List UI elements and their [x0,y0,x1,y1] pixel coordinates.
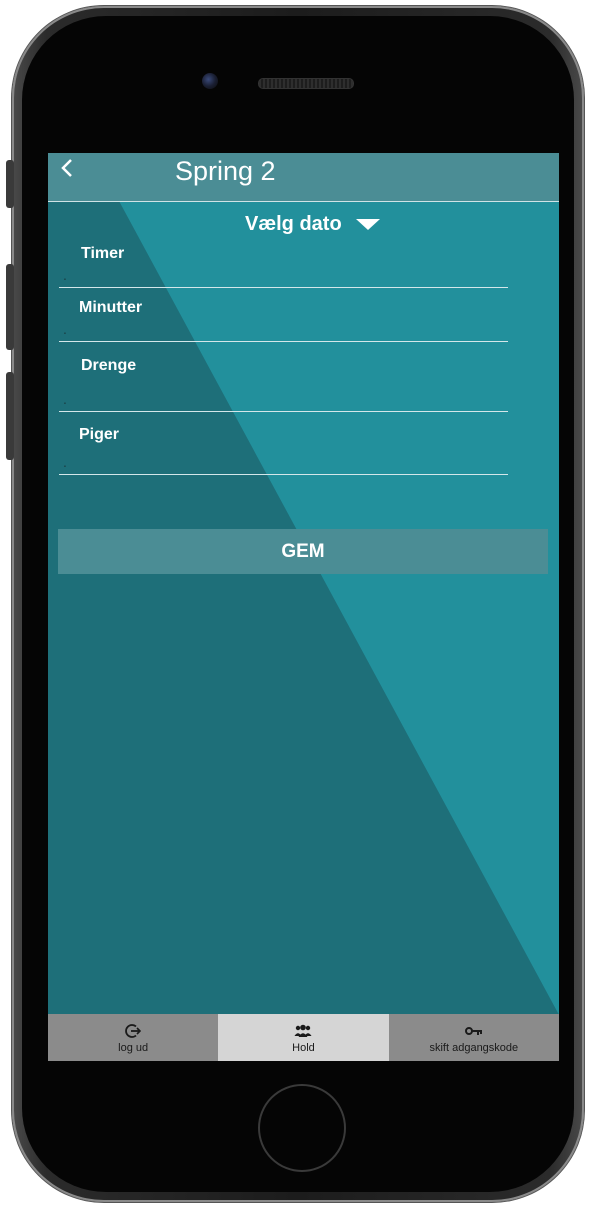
piger-input[interactable] [59,449,508,475]
page-title: Spring 2 [175,156,276,186]
front-camera [202,73,218,89]
nav-item-log-ud[interactable]: log ud [48,1014,219,1061]
nav-label-skift-adgangskode: skift adgangskode [429,1041,519,1054]
volume-up-button [6,264,14,350]
drenge-label: Drenge [81,357,137,374]
nav-item-hold[interactable]: Hold [218,1014,389,1061]
timer-label: Timer [81,245,125,262]
piger-label: Piger [79,426,120,443]
nav-label-hold: Hold [292,1041,315,1054]
bottom-nav: log ud Hold skift adgangskode [48,1014,559,1061]
date-picker[interactable]: Vælg dato [245,213,380,236]
caret-down-icon [355,219,380,230]
volume-down-button [6,372,14,460]
back-button[interactable] [54,155,80,185]
logout-icon [125,1022,142,1040]
app-screen: Spring 2 Vælg dato Timer Minutter Drenge… [48,153,559,1061]
group-icon [294,1022,312,1040]
earpiece-speaker [258,78,354,89]
nav-item-skift-adgangskode[interactable]: skift adgangskode [388,1014,559,1061]
minutter-label: Minutter [79,299,143,316]
minutter-input[interactable] [59,316,508,342]
key-icon [464,1022,483,1040]
mute-switch [6,160,14,208]
home-button[interactable] [258,1084,346,1172]
timer-input[interactable] [59,262,508,288]
drenge-input[interactable] [59,386,508,412]
nav-label-log-ud: log ud [118,1041,149,1054]
chevron-left-icon [61,159,72,177]
save-button[interactable]: GEM [58,529,548,574]
app-bar: Spring 2 [48,153,559,202]
date-picker-label: Vælg dato [245,213,342,235]
